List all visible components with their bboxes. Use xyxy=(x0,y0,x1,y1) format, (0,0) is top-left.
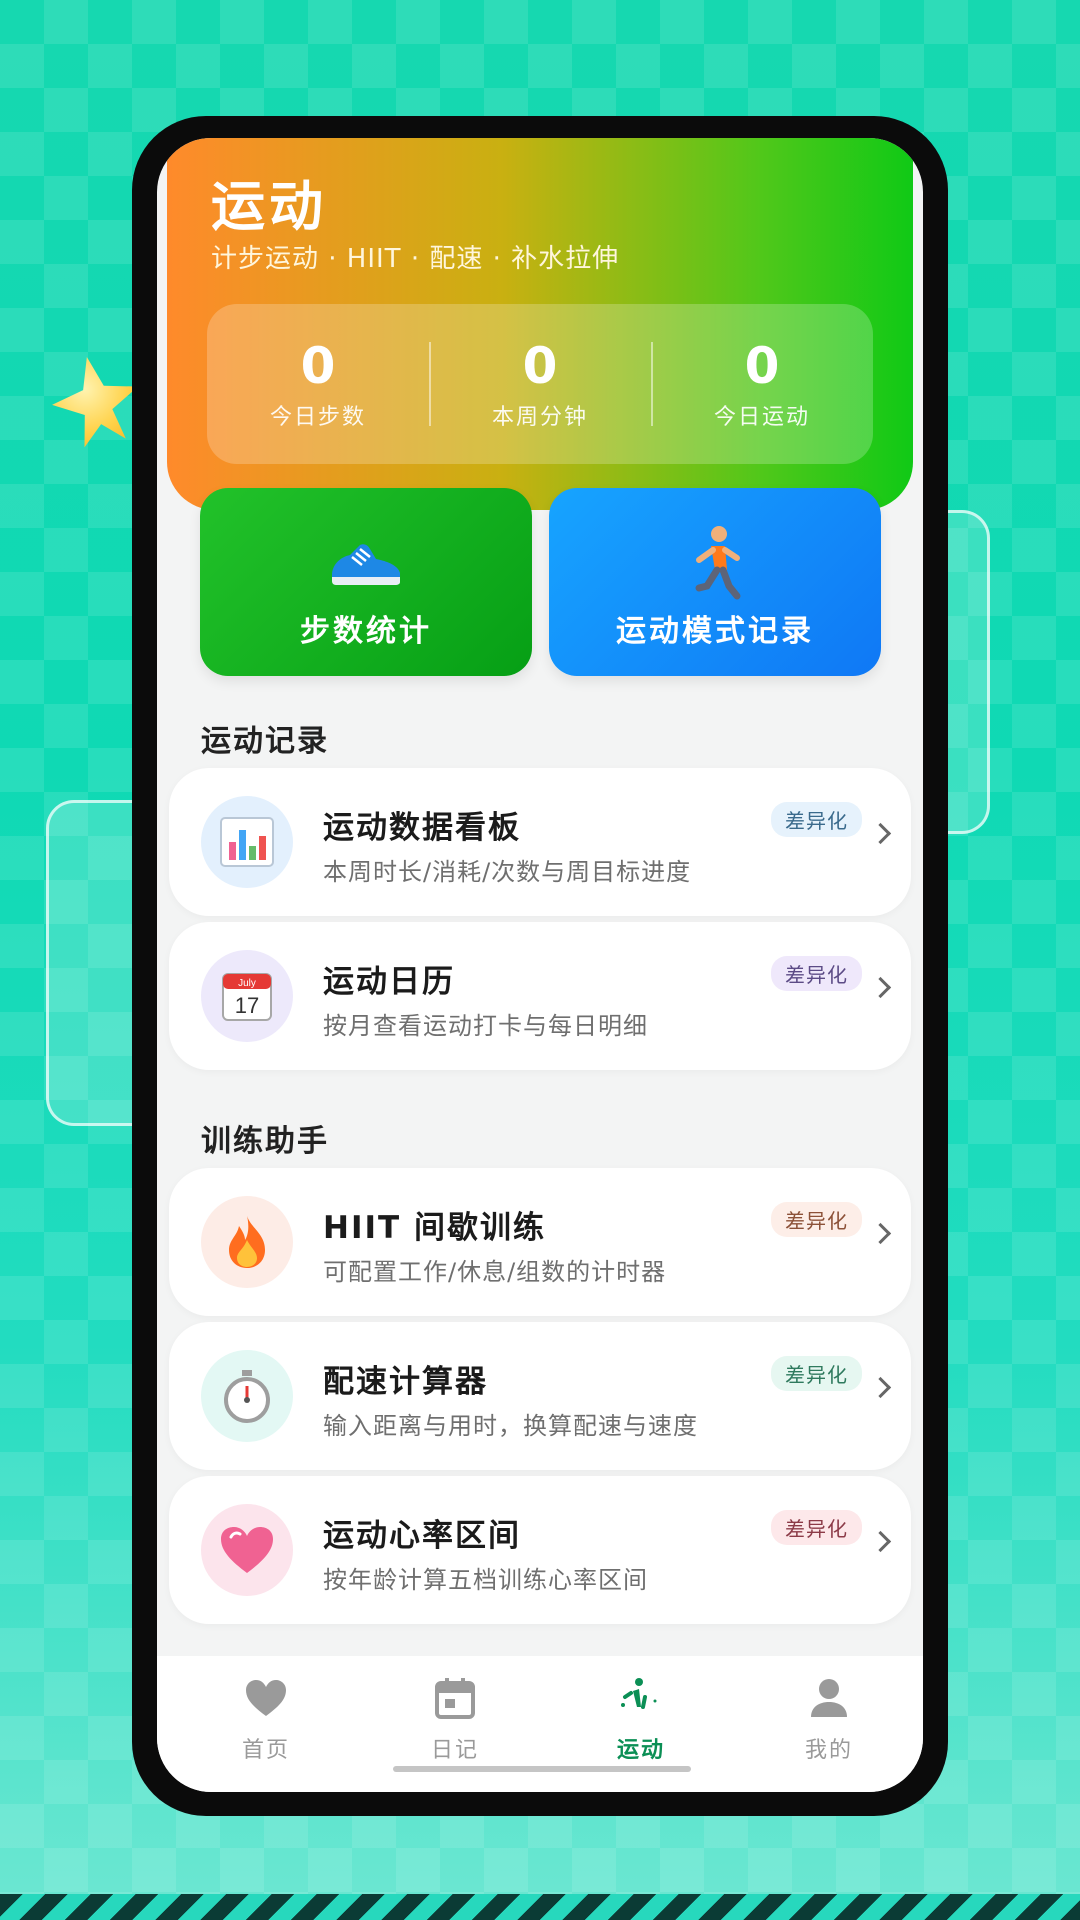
heart-icon xyxy=(242,1674,290,1722)
stat-label: 今日运动 xyxy=(713,405,810,430)
card-title: HIIT 间歇训练 xyxy=(323,1210,546,1246)
card-sport-dashboard[interactable]: 运动数据看板 本周时长/消耗/次数与周目标进度 差异化 xyxy=(169,768,911,916)
tab-label: 运动 xyxy=(616,1738,665,1763)
bar-chart-icon xyxy=(201,796,293,888)
stat-today-steps: 0 今日步数 xyxy=(207,304,429,464)
card-description: 输入距离与用时，换算配速与速度 xyxy=(323,1412,698,1440)
app-screen: 运动 计步运动 · HIIT · 配速 · 补水拉伸 0 今日步数 0 本周分钟… xyxy=(157,138,923,1792)
sport-mode-record-button[interactable]: 运动模式记录 xyxy=(549,488,881,676)
stat-value: 0 xyxy=(300,337,336,395)
feature-badge: 差异化 xyxy=(771,1356,862,1391)
feature-badge: 差异化 xyxy=(771,956,862,991)
header-banner: 运动 计步运动 · HIIT · 配速 · 补水拉伸 0 今日步数 0 本周分钟… xyxy=(167,138,913,510)
tab-label: 我的 xyxy=(804,1738,853,1763)
card-description: 按年龄计算五档训练心率区间 xyxy=(323,1566,648,1594)
stat-value: 0 xyxy=(744,337,780,395)
feature-badge: 差异化 xyxy=(771,802,862,837)
card-hiit-training[interactable]: HIIT 间歇训练 可配置工作/休息/组数的计时器 差异化 xyxy=(169,1168,911,1316)
card-title: 配速计算器 xyxy=(323,1364,488,1400)
fire-icon xyxy=(201,1196,293,1288)
calendar-day: 17 xyxy=(235,993,259,1018)
runner-icon xyxy=(549,524,881,602)
stat-week-minutes: 0 本周分钟 xyxy=(429,304,651,464)
card-description: 可配置工作/休息/组数的计时器 xyxy=(323,1258,667,1286)
activity-icon xyxy=(617,1674,665,1722)
card-heart-rate-zones[interactable]: 运动心率区间 按年龄计算五档训练心率区间 差异化 xyxy=(169,1476,911,1624)
calendar-icon xyxy=(431,1674,479,1722)
card-description: 按月查看运动打卡与每日明细 xyxy=(323,1012,648,1040)
chevron-right-icon xyxy=(869,1530,892,1553)
chevron-right-icon xyxy=(869,1376,892,1399)
card-description: 本周时长/消耗/次数与周目标进度 xyxy=(323,858,692,886)
tab-label: 首页 xyxy=(241,1738,290,1763)
stat-label: 今日步数 xyxy=(269,405,366,430)
phone-frame: 运动 计步运动 · HIIT · 配速 · 补水拉伸 0 今日步数 0 本周分钟… xyxy=(132,116,948,1816)
card-pace-calculator[interactable]: 配速计算器 输入距离与用时，换算配速与速度 差异化 xyxy=(169,1322,911,1470)
home-indicator[interactable] xyxy=(393,1766,691,1772)
stopwatch-icon xyxy=(201,1350,293,1442)
stat-label: 本周分钟 xyxy=(491,405,588,430)
chevron-right-icon xyxy=(869,822,892,845)
stat-value: 0 xyxy=(522,337,558,395)
calendar-month: July xyxy=(238,978,256,989)
tab-diary[interactable]: 日记 xyxy=(375,1674,535,1764)
section-title-training: 训练助手 xyxy=(201,1124,329,1159)
feature-badge: 差异化 xyxy=(771,1202,862,1237)
stats-panel: 0 今日步数 0 本周分钟 0 今日运动 xyxy=(207,304,873,464)
feature-badge: 差异化 xyxy=(771,1510,862,1545)
chevron-right-icon xyxy=(869,1222,892,1245)
tile-label: 运动模式记录 xyxy=(616,614,814,649)
page-title: 运动 xyxy=(211,175,327,238)
page-subtitle: 计步运动 · HIIT · 配速 · 补水拉伸 xyxy=(211,244,620,274)
tab-home[interactable]: 首页 xyxy=(186,1674,346,1764)
stat-today-workouts: 0 今日运动 xyxy=(651,304,873,464)
person-icon xyxy=(805,1674,853,1722)
sneaker-icon xyxy=(200,524,532,602)
tab-mine[interactable]: 我的 xyxy=(749,1674,909,1764)
card-title: 运动日历 xyxy=(323,964,455,1000)
card-title: 运动数据看板 xyxy=(323,810,521,846)
bottom-tab-bar: 首页 日记 运动 我的 xyxy=(157,1656,923,1792)
chevron-right-icon xyxy=(869,976,892,999)
tab-sport[interactable]: 运动 xyxy=(561,1674,721,1764)
calendar-icon: July 17 xyxy=(201,950,293,1042)
section-title-records: 运动记录 xyxy=(201,724,329,759)
decorative-stripes xyxy=(0,1894,1080,1920)
heart-icon xyxy=(201,1504,293,1596)
tab-label: 日记 xyxy=(430,1738,479,1763)
card-title: 运动心率区间 xyxy=(323,1518,521,1554)
step-stats-button[interactable]: 步数统计 xyxy=(200,488,532,676)
card-sport-calendar[interactable]: July 17 运动日历 按月查看运动打卡与每日明细 差异化 xyxy=(169,922,911,1070)
tile-label: 步数统计 xyxy=(300,614,432,649)
